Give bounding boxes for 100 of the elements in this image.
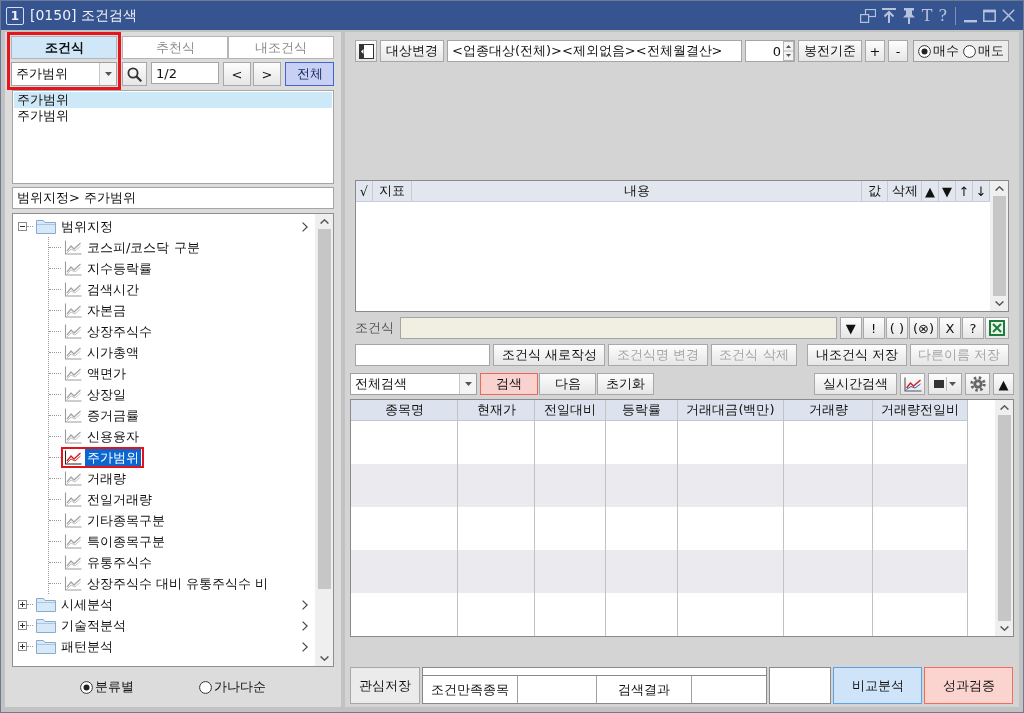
tree-item[interactable]: 상장주식수 대비 유통주식수 비 [85, 575, 271, 592]
realtime-search-button[interactable]: 실시간검색 [814, 373, 897, 395]
scope-dropdown[interactable]: 전체검색 [350, 373, 477, 395]
toolbar-button[interactable]: + [865, 40, 885, 62]
tab[interactable]: 조건식 [11, 36, 117, 59]
panel-toggle-button[interactable] [355, 40, 377, 62]
formula-tool-button[interactable]: ? [962, 317, 984, 339]
tree-item[interactable]: 검색시간 [85, 281, 141, 298]
scrollbar-thumb[interactable] [992, 196, 1006, 296]
column-header[interactable]: 값 [862, 181, 888, 201]
radio-icon[interactable] [918, 44, 931, 58]
all-button[interactable]: 전체 [285, 62, 334, 86]
formula-field[interactable] [400, 317, 837, 339]
formula-action-button[interactable]: 내조건식 저장 [807, 344, 907, 366]
chart-button[interactable] [900, 373, 925, 395]
tree-item[interactable]: 주가범위 [85, 449, 141, 466]
column-header[interactable]: 거래대금(백만) [678, 400, 783, 421]
chevron-down-icon[interactable] [999, 626, 1009, 631]
tree-item[interactable]: 자본금 [85, 302, 128, 319]
tree-item[interactable]: 상장주식수 [85, 323, 154, 340]
radio-option[interactable]: 매도 [963, 42, 1004, 60]
tree-item[interactable]: 신용융자 [85, 428, 141, 445]
tree-item[interactable]: 기타종목구분 [85, 512, 167, 529]
radio-option[interactable]: 가나다순 [199, 678, 267, 696]
tree-item[interactable]: 상장일 [85, 386, 128, 403]
chevron-down-icon[interactable] [319, 656, 329, 661]
search-button[interactable] [122, 62, 147, 86]
tree-item[interactable]: 범위지정 [59, 218, 115, 235]
search-button[interactable]: 검색 [480, 373, 538, 395]
scrollbar[interactable] [995, 400, 1013, 636]
tree-item[interactable]: 증거금률 [85, 407, 141, 424]
scrollbar-thumb[interactable] [317, 229, 331, 589]
scrollbar[interactable] [990, 181, 1008, 311]
radio-icon[interactable] [963, 44, 976, 58]
title-bar-button[interactable]: ? [938, 7, 947, 24]
column-header[interactable]: ▼ [939, 181, 956, 201]
column-header[interactable]: 삭제 [888, 181, 922, 201]
reset-button[interactable]: 초기화 [597, 373, 654, 395]
settings-button[interactable] [965, 373, 990, 395]
column-header[interactable]: 거래량전일비 [873, 400, 967, 421]
formula-tool-button[interactable]: X [939, 317, 961, 339]
column-header[interactable]: 등락률 [606, 400, 677, 421]
formula-dropdown[interactable]: 주가범위 [11, 62, 117, 86]
chevron-up-icon[interactable] [994, 186, 1004, 191]
formula-tool-button[interactable]: ▼ [839, 317, 862, 339]
column-header[interactable]: ▲ [922, 181, 939, 201]
tree-item[interactable]: 코스피/코스닥 구분 [85, 239, 202, 256]
chevron-up-icon[interactable] [999, 405, 1009, 410]
expander-icon[interactable] [18, 642, 27, 651]
view-menu-button[interactable] [928, 373, 962, 395]
toolbar-button[interactable]: - [888, 40, 908, 62]
radio-option[interactable]: 분류별 [79, 678, 134, 696]
column-header[interactable]: ↑ [956, 181, 973, 201]
tree-item[interactable]: 기술적분석 [59, 617, 128, 634]
tab[interactable]: 추천식 [122, 36, 228, 59]
toolbar-button[interactable]: 봉전기준 [798, 40, 862, 62]
export-button[interactable] [985, 317, 1009, 339]
watchlist-save-button[interactable]: 관심저장 [350, 667, 420, 704]
tab[interactable]: 내조건식 [228, 36, 334, 59]
number-field[interactable]: 0 [745, 40, 795, 62]
tree-item[interactable]: 유통주식수 [85, 554, 154, 571]
expander-icon[interactable] [18, 621, 27, 630]
analysis-button[interactable]: 성과검증 [924, 667, 1013, 704]
chevron-down-icon[interactable] [994, 301, 1004, 306]
target-change-button[interactable]: 대상변경 [380, 40, 444, 62]
maximize-icon[interactable] [983, 9, 996, 22]
chevron-up-icon[interactable] [319, 219, 329, 224]
windows-icon[interactable] [859, 8, 876, 23]
title-bar-button[interactable]: T [921, 7, 933, 24]
collapse-button[interactable]: ▲ [993, 373, 1014, 395]
name-field[interactable] [355, 344, 490, 366]
formula-list-item[interactable]: 주가범위 [14, 92, 332, 108]
page-field[interactable]: 1/2 [151, 62, 219, 84]
column-header[interactable]: 내용 [412, 181, 862, 201]
formula-tool-button[interactable]: ( ) [885, 317, 908, 339]
scrollbar-thumb[interactable] [997, 415, 1011, 621]
analysis-button[interactable]: 비교분석 [833, 667, 922, 704]
tree-item[interactable]: 거래량 [85, 470, 128, 487]
spin-arrows-icon[interactable] [783, 41, 794, 61]
column-header[interactable]: 종목명 [351, 400, 457, 421]
column-header[interactable]: √ [356, 181, 373, 201]
expander-icon[interactable] [18, 600, 27, 609]
radio-icon[interactable] [79, 680, 93, 694]
formula-list-item[interactable]: 주가범위 [14, 108, 332, 124]
column-header[interactable]: 현재가 [458, 400, 534, 421]
page-button[interactable]: > [253, 62, 281, 86]
expander-icon[interactable] [18, 222, 27, 231]
target-field[interactable]: <업종대상(전체)><제외없음><전체월결산> [447, 40, 742, 62]
column-header[interactable]: 거래량 [784, 400, 872, 421]
page-button[interactable]: < [223, 62, 251, 86]
tree-item[interactable]: 전일거래량 [85, 491, 154, 508]
next-button[interactable]: 다음 [539, 373, 596, 395]
tree-item[interactable]: 시세분석 [59, 596, 115, 613]
pin-icon[interactable] [901, 7, 916, 24]
formula-tool-button[interactable]: ! [862, 317, 885, 339]
radio-option[interactable]: 매수 [918, 42, 959, 60]
radio-icon[interactable] [199, 680, 213, 694]
tree-item[interactable]: 패턴분석 [59, 638, 115, 655]
column-header[interactable]: 전일대비 [535, 400, 605, 421]
arrow-to-top-icon[interactable] [881, 8, 896, 23]
